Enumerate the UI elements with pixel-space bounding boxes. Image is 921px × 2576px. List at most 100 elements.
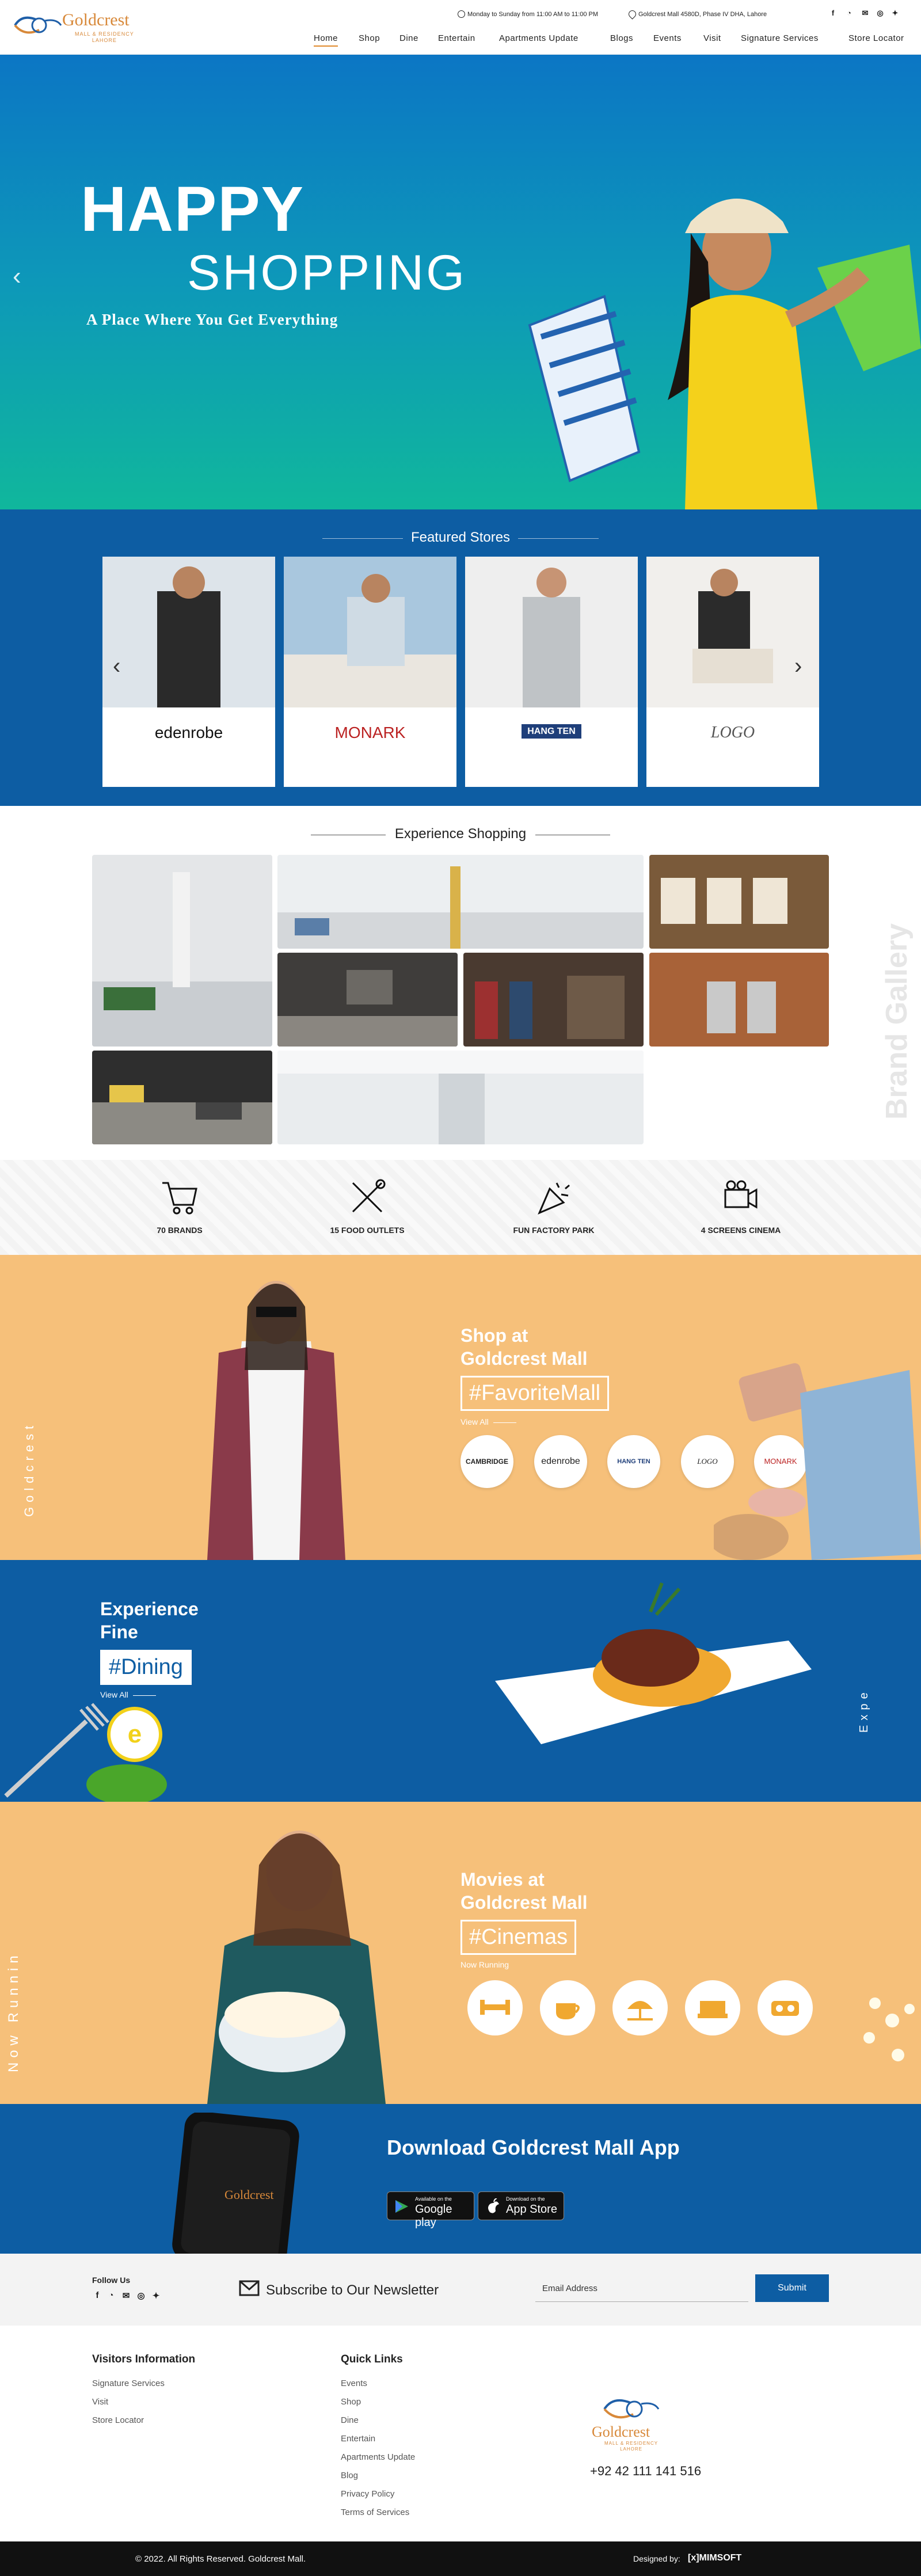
newsletter-section: Follow Us f ◔ ✉ ◎ ✦ Subscribe to Our New… xyxy=(0,2254,921,2326)
facebook-icon[interactable]: f xyxy=(92,2290,102,2300)
page: Goldcrest MALL & RESIDENCY LAHORE Monday… xyxy=(0,0,921,2576)
gallery-image[interactable] xyxy=(277,953,458,1047)
footer-link-apartments-update[interactable]: Apartments Update xyxy=(341,2452,415,2462)
site-logo[interactable]: Goldcrest MALL & RESIDENCY LAHORE xyxy=(10,8,160,43)
footer-link-privacy-policy[interactable]: Privacy Policy xyxy=(341,2489,394,2499)
footer-link-entertain[interactable]: Entertain xyxy=(341,2434,375,2444)
shop-promo-heading: Shop at Goldcrest Mall xyxy=(461,1324,588,1370)
google-play-button[interactable]: Available on the Google play xyxy=(387,2191,474,2229)
hero-title-line1: HAPPY xyxy=(81,174,305,245)
google-play-big-text: Google play xyxy=(415,2203,452,2229)
footer-logo-subline: MALL & RESIDENCY LAHORE xyxy=(604,2441,658,2452)
app-store-button[interactable]: Download on the App Store xyxy=(478,2191,564,2220)
footer-link-terms-of-services[interactable]: Terms of Services xyxy=(341,2507,409,2517)
footer-link-visit[interactable]: Visit xyxy=(92,2397,108,2407)
dumbbell-icon[interactable] xyxy=(467,1980,523,2035)
whatsapp-icon[interactable]: ◔ xyxy=(106,2290,116,2300)
store-brand: edenrobe xyxy=(154,724,223,741)
site-footer: Visitors Information Signature Services … xyxy=(0,2326,921,2541)
nav-store-locator[interactable]: Store Locator xyxy=(848,33,904,43)
opening-hours: Monday to Sunday from 11:00 AM to 11:00 … xyxy=(458,10,598,18)
instagram-icon[interactable]: ◎ xyxy=(136,2290,146,2301)
store-photo xyxy=(465,557,638,707)
chevron-left-icon[interactable]: ‹ xyxy=(13,262,21,291)
nav-shop[interactable]: Shop xyxy=(359,33,380,43)
instagram-icon[interactable]: ◎ xyxy=(875,9,885,18)
heading-line: Shop at xyxy=(461,1325,528,1346)
gallery-image[interactable] xyxy=(92,855,272,1047)
party-icon xyxy=(538,1182,570,1215)
view-all-link[interactable]: View All xyxy=(461,1417,516,1426)
designer-logo[interactable]: [x]MIMSOFT xyxy=(688,2553,741,2563)
app-download-title: Download Goldcrest Mall App xyxy=(387,2136,680,2159)
stat-label: FUN FACTORY PARK xyxy=(513,1226,595,1235)
store-card[interactable]: MONARK xyxy=(284,557,456,787)
nav-signature-services[interactable]: Signature Services xyxy=(741,33,819,43)
vr-headset-icon[interactable] xyxy=(758,1980,813,2035)
popcorn-image xyxy=(863,1997,915,2061)
whatsapp-icon[interactable]: ◔ xyxy=(844,9,854,17)
mail-icon[interactable]: ✉ xyxy=(860,9,870,18)
gallery-image[interactable] xyxy=(277,1051,644,1144)
experience-shopping-title: Experience Shopping xyxy=(394,826,527,842)
gallery-image[interactable] xyxy=(649,855,829,949)
mall-address-text: Goldcrest Mall 4580D, Phase IV DHA, Laho… xyxy=(638,11,767,18)
brand-circle-edenrobe[interactable]: edenrobe xyxy=(534,1435,587,1488)
brand-circle-hangten[interactable]: HANG TEN xyxy=(607,1435,660,1488)
google-play-small-text: Available on the xyxy=(415,2196,452,2202)
gallery-image[interactable] xyxy=(463,953,644,1047)
svg-text:Goldcrest: Goldcrest xyxy=(224,2187,274,2202)
svg-text:Brand Gallery: Brand Gallery xyxy=(881,923,914,1120)
footer-link-dine[interactable]: Dine xyxy=(341,2415,359,2425)
footer-link-store-locator[interactable]: Store Locator xyxy=(92,2415,144,2425)
gallery-image[interactable] xyxy=(649,953,829,1047)
newsletter-title: Subscribe to Our Newsletter xyxy=(266,2282,439,2298)
nav-events[interactable]: Events xyxy=(653,33,682,43)
featured-stores-title: Featured Stores xyxy=(410,530,511,545)
footer-link-events[interactable]: Events xyxy=(341,2379,367,2388)
footer-link-signature-services[interactable]: Signature Services xyxy=(92,2379,165,2388)
beach-icon[interactable] xyxy=(612,1980,668,2035)
mall-address: Goldcrest Mall 4580D, Phase IV DHA, Laho… xyxy=(627,9,767,20)
dining-badge[interactable]: e xyxy=(107,1707,162,1762)
email-field[interactable] xyxy=(535,2276,748,2302)
footer-link-blog[interactable]: Blog xyxy=(341,2471,358,2480)
gallery-image[interactable] xyxy=(92,1051,272,1144)
twitter-icon[interactable]: ✦ xyxy=(151,2290,161,2301)
dining-promo-heading: Experience Fine xyxy=(100,1597,199,1643)
hero-model-image xyxy=(528,199,921,509)
brand-circle-cambridge[interactable]: CAMBRIDGE xyxy=(461,1435,513,1488)
logo-mark-icon xyxy=(603,2399,660,2419)
nav-dine[interactable]: Dine xyxy=(399,33,418,43)
logo-mark-icon xyxy=(14,16,62,34)
nav-entertain[interactable]: Entertain xyxy=(438,33,475,43)
store-photo xyxy=(646,557,819,707)
mail-icon[interactable]: ✉ xyxy=(121,2290,131,2301)
cinema-seats-icon[interactable] xyxy=(685,1980,740,2035)
envelope-icon xyxy=(239,2280,260,2296)
experience-shopping-section: Experience Shopping Brand Gallery xyxy=(0,806,921,1160)
nav-visit[interactable]: Visit xyxy=(703,33,721,43)
app-store-big-text: App Store xyxy=(506,2203,557,2216)
store-card[interactable]: LOGO xyxy=(646,557,819,787)
chevron-left-icon[interactable]: ‹ xyxy=(113,653,120,679)
nav-apartments-update[interactable]: Apartments Update xyxy=(499,33,579,43)
clock-icon xyxy=(458,10,465,18)
store-card[interactable]: HANG TEN xyxy=(465,557,638,787)
footer-phone[interactable]: +92 42 111 141 516 xyxy=(590,2464,701,2479)
footer-link-shop[interactable]: Shop xyxy=(341,2397,361,2407)
title-rule-right xyxy=(518,538,599,539)
store-card[interactable]: edenrobe xyxy=(102,557,275,787)
chevron-right-icon[interactable]: › xyxy=(794,653,802,679)
footer-logo[interactable]: Goldcrest MALL & RESIDENCY LAHORE xyxy=(587,2395,685,2458)
apple-icon xyxy=(488,2198,499,2213)
heading-line: Experience xyxy=(100,1599,199,1619)
accessories-image xyxy=(714,1363,921,1560)
twitter-icon[interactable]: ✦ xyxy=(890,9,900,18)
facebook-icon[interactable]: f xyxy=(828,9,838,17)
gallery-image[interactable] xyxy=(277,855,644,949)
nav-blogs[interactable]: Blogs xyxy=(610,33,633,43)
coffee-icon[interactable] xyxy=(540,1980,595,2035)
submit-button[interactable]: Submit xyxy=(755,2274,829,2302)
nav-home[interactable]: Home xyxy=(314,33,338,47)
